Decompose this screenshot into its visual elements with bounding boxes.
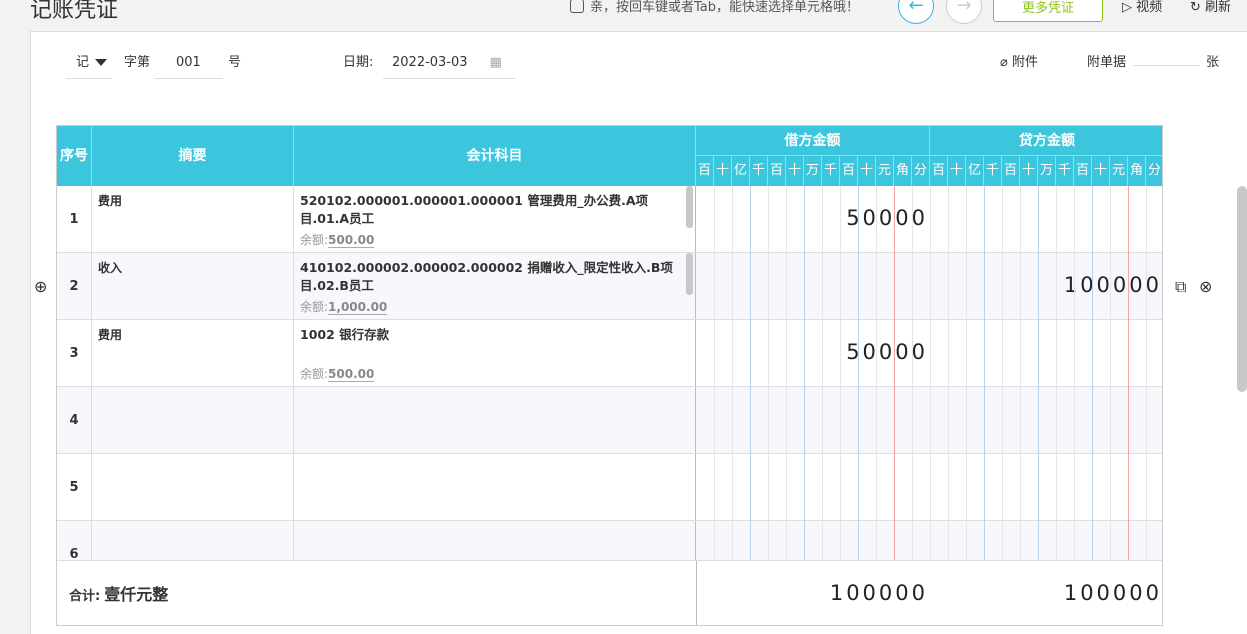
- more-vouchers-button[interactable]: 更多凭证: [993, 0, 1103, 22]
- hint-text: 亲，按回车键或者Tab，能快速选择单元格哦！: [590, 0, 860, 15]
- col-credit: 贷方金额: [930, 126, 1162, 156]
- attach-count-input[interactable]: [1133, 48, 1200, 78]
- digit-header: 角: [1128, 156, 1146, 186]
- digit-header: 分: [1146, 156, 1162, 186]
- digit-header: 十: [786, 156, 804, 186]
- summary-cell[interactable]: 收入: [92, 253, 294, 319]
- account-text: 520102.000001.000001.000001 管理费用_办公费.A项目…: [300, 193, 649, 226]
- row-index: 4: [57, 387, 92, 453]
- row-index: 3: [57, 320, 92, 386]
- keyboard-hint: 亲，按回车键或者Tab，能快速选择单元格哦！: [570, 0, 859, 15]
- row-index: 5: [57, 454, 92, 520]
- voucher-number-input[interactable]: 001: [155, 48, 223, 79]
- digit-header: 十: [948, 156, 966, 186]
- keyboard-icon: [570, 0, 584, 13]
- digit-header: 千: [750, 156, 768, 186]
- add-row-icon[interactable]: ⊕: [34, 277, 47, 296]
- digit-header: 百: [930, 156, 948, 186]
- page-scrollbar[interactable]: [1237, 186, 1247, 392]
- total-amount-words: 壹仟元整: [104, 585, 169, 604]
- table-row: 4: [57, 387, 1162, 454]
- copy-row-icon[interactable]: ⧉: [1175, 277, 1186, 297]
- attachment-link[interactable]: ⌀ 附件: [1000, 48, 1038, 78]
- top-bar: 记账凭证 亲，按回车键或者Tab，能快速选择单元格哦！ ← → 更多凭证 ▷ 视…: [0, 0, 1247, 30]
- table-row: 2 收入 410102.000002.000002.000002 捐赠收入_限定性收…: [57, 253, 1162, 320]
- col-account: 会计科目: [294, 126, 696, 186]
- balance: 余额:1,000.00: [300, 300, 388, 315]
- chevron-down-icon: [95, 59, 108, 66]
- digit-header: 亿: [966, 156, 984, 186]
- digit-header: 角: [894, 156, 912, 186]
- total-row: 合计: 壹仟元整 100000 100000: [57, 560, 1162, 625]
- summary-cell[interactable]: 费用: [92, 320, 294, 386]
- table-row: 1 费用 520102.000001.000001.000001 管理费用_办公费.…: [57, 186, 1162, 253]
- summary-cell[interactable]: 费用: [92, 186, 294, 252]
- date-label: 日期:: [343, 55, 374, 70]
- table-row: 3 费用 1002 银行存款 余额:500.00 50000: [57, 320, 1162, 387]
- col-summary: 摘要: [92, 126, 294, 186]
- page-title: 记账凭证: [30, 0, 119, 23]
- video-link[interactable]: ▷ 视频: [1122, 0, 1162, 15]
- digit-header: 百: [768, 156, 786, 186]
- voucher-table: 序号 摘要 会计科目 借方金额 贷方金额 百十亿千百十万千百十元角分 百十亿千百…: [56, 125, 1163, 626]
- play-icon: ▷: [1122, 0, 1137, 15]
- total-credit: 100000: [1063, 581, 1162, 605]
- row-index: 1: [57, 186, 92, 252]
- account-text: 410102.000002.000002.000002 捐赠收入_限定性收入.B…: [300, 260, 673, 293]
- balance: 余额:500.00: [300, 367, 375, 382]
- refresh-link[interactable]: ↻ 刷新: [1190, 0, 1231, 15]
- digit-header: 十: [714, 156, 732, 186]
- date-input[interactable]: 2022-03-03 ▦: [383, 48, 516, 79]
- account-cell[interactable]: [294, 454, 696, 520]
- digit-header: 百: [840, 156, 858, 186]
- digit-header: 千: [984, 156, 1002, 186]
- calendar-icon: ▦: [489, 55, 502, 70]
- digit-header: 十: [858, 156, 876, 186]
- digit-header: 元: [1110, 156, 1128, 186]
- zi-label: 字第: [124, 55, 151, 70]
- total-debit: 100000: [696, 561, 930, 625]
- digit-header: 千: [822, 156, 840, 186]
- digit-header: 元: [876, 156, 894, 186]
- col-debit: 借方金额: [696, 126, 930, 156]
- account-cell[interactable]: [294, 387, 696, 453]
- summary-cell[interactable]: [92, 387, 294, 453]
- col-index: 序号: [57, 126, 92, 186]
- digit-header: 分: [912, 156, 930, 186]
- summary-cell[interactable]: [92, 454, 294, 520]
- digit-header: 千: [1056, 156, 1074, 186]
- digit-header: 万: [804, 156, 822, 186]
- digit-header: 百: [1074, 156, 1092, 186]
- hao-label: 号: [228, 55, 242, 70]
- digit-header: 亿: [732, 156, 750, 186]
- total-label: 合计: 壹仟元整: [69, 585, 169, 604]
- digit-header: 十: [1092, 156, 1110, 186]
- table-row: 5: [57, 454, 1162, 521]
- voucher-type-select[interactable]: 记: [66, 48, 112, 79]
- row-index: 2: [57, 253, 92, 319]
- digit-header: 百: [1002, 156, 1020, 186]
- next-voucher-button[interactable]: →: [946, 0, 982, 24]
- prev-voucher-button[interactable]: ←: [898, 0, 934, 24]
- digit-header: 百: [696, 156, 714, 186]
- zhang-label: 张: [1206, 55, 1220, 70]
- credit-digit-header: 百十亿千百十万千百十元角分: [930, 156, 1162, 186]
- refresh-icon: ↻: [1190, 0, 1206, 15]
- debit-digit-header: 百十亿千百十万千百十元角分: [696, 156, 930, 186]
- balance: 余额:500.00: [300, 233, 375, 248]
- cell-scrollbar[interactable]: [686, 186, 693, 228]
- account-text: 1002 银行存款: [300, 327, 390, 342]
- table-header: 序号 摘要 会计科目 借方金额 贷方金额 百十亿千百十万千百十元角分 百十亿千百…: [57, 126, 1162, 186]
- account-cell[interactable]: 1002 银行存款 余额:500.00: [294, 320, 696, 386]
- digit-header: 十: [1020, 156, 1038, 186]
- paperclip-icon: ⌀: [1000, 55, 1012, 70]
- delete-row-icon[interactable]: ⊗: [1199, 277, 1212, 296]
- account-cell[interactable]: 520102.000001.000001.000001 管理费用_办公费.A项目…: [294, 186, 696, 252]
- cell-scrollbar[interactable]: [686, 253, 693, 295]
- account-cell[interactable]: 410102.000002.000002.000002 捐赠收入_限定性收入.B…: [294, 253, 696, 319]
- attach-doc-label: 附单据: [1087, 55, 1127, 70]
- digit-header: 万: [1038, 156, 1056, 186]
